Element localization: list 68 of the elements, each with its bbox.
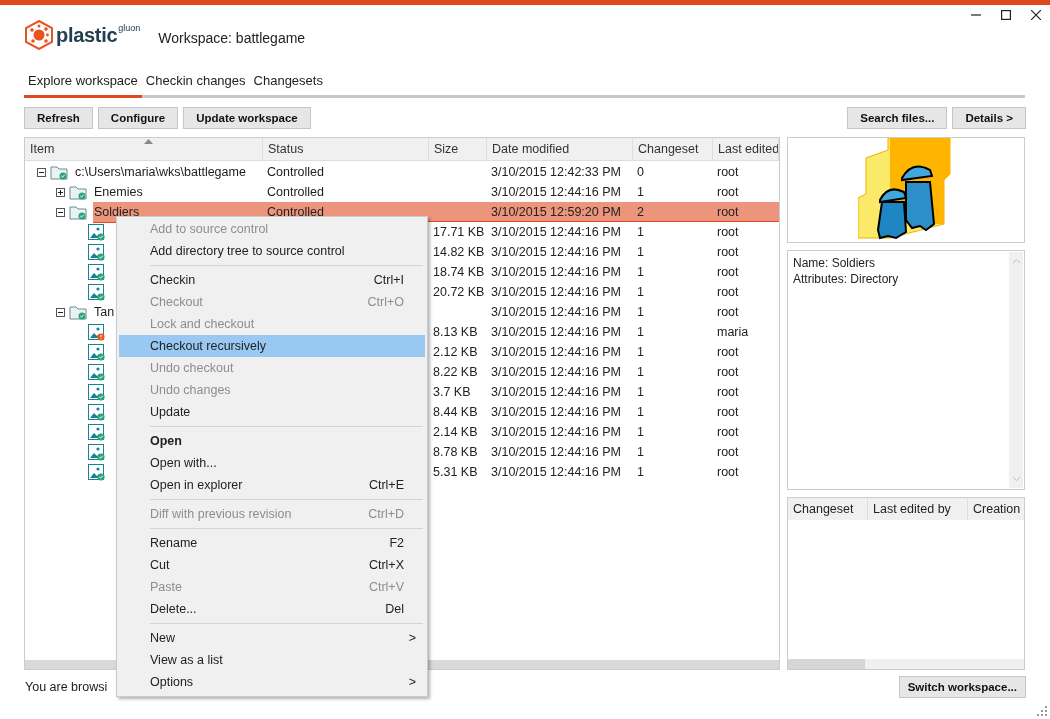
table-cell-text: 1 — [636, 464, 645, 481]
table-cell-text: 17.71 KB — [432, 224, 486, 241]
table-cell-text: 1 — [636, 384, 645, 401]
table-cell-text: root — [716, 264, 740, 281]
table-cell-text: root — [716, 464, 740, 481]
table-cell-text: 8.22 KB — [432, 364, 479, 381]
table-cell-text: root — [716, 404, 740, 421]
detail-line: Attributes: Directory — [793, 271, 900, 287]
table-cell-text: Controlled — [266, 164, 325, 181]
table-cell-text: 2.14 KB — [432, 424, 479, 441]
table-cell-text: root — [716, 224, 740, 241]
table-cell-text: 1 — [636, 404, 645, 421]
table-cell-text: 8.13 KB — [432, 324, 479, 341]
table-cell-text: root — [716, 384, 740, 401]
table-cell-text: 2.12 KB — [432, 344, 479, 361]
table-cell: 3/10/2015 12:59:20 PM — [487, 202, 633, 222]
table-cell-text: root — [716, 444, 740, 461]
table-cell-text: 1 — [636, 224, 645, 241]
table-cell-text: 1 — [636, 304, 645, 321]
table-cell-text: root — [716, 424, 740, 441]
table-cell-text: 3/10/2015 12:42:33 PM — [490, 164, 622, 181]
table-cell-text: maria — [716, 324, 750, 341]
table-cell-text: 18.74 KB — [432, 264, 486, 281]
table-cell-text: 3/10/2015 12:44:16 PM — [490, 404, 622, 421]
table-cell-text: root — [716, 364, 740, 381]
table-cell: 2 — [633, 202, 713, 222]
table-cell-text: root — [716, 304, 740, 321]
table-cell-text: 3/10/2015 12:44:16 PM — [490, 184, 622, 201]
brand-name: plastic — [56, 23, 118, 47]
table-cell-text: 1 — [636, 244, 645, 261]
table-cell-text: 1 — [636, 424, 645, 441]
table-cell-text: 5.31 KB — [432, 464, 479, 481]
table-cell-text: 3/10/2015 12:44:16 PM — [490, 424, 622, 441]
table-cell-text: root — [716, 184, 740, 201]
table-cell-text: 3/10/2015 12:44:16 PM — [490, 264, 622, 281]
table-cell-text: 1 — [636, 264, 645, 281]
workspace-title: Workspace: battlegame — [158, 30, 306, 46]
table-cell-text: Controlled — [266, 184, 325, 201]
table-cell-text: 1 — [636, 444, 645, 461]
table-cell-text: 3/10/2015 12:44:16 PM — [490, 364, 622, 381]
table-cell-text: 14.82 KB — [432, 244, 486, 261]
table-cell-text: 1 — [636, 184, 645, 201]
table-cell-text: 8.78 KB — [432, 444, 479, 461]
table-cell-text: 0 — [636, 164, 645, 181]
table-cell-text: root — [716, 344, 740, 361]
table-cell-text: 8.44 KB — [432, 404, 479, 421]
table-cell-text: 3/10/2015 12:44:16 PM — [490, 244, 622, 261]
table-cell-text: 3.7 KB — [432, 384, 472, 401]
brand-suffix: gluon — [118, 23, 141, 33]
table-cell-text: root — [716, 244, 740, 261]
table-cell-text: 1 — [636, 364, 645, 381]
table-cell-text: 1 — [636, 324, 645, 341]
table-cell-text: 1 — [636, 284, 645, 301]
table-cell-text: root — [716, 284, 740, 301]
table-cell-text: 3/10/2015 12:44:16 PM — [490, 464, 622, 481]
table-cell-text: 3/10/2015 12:44:16 PM — [490, 304, 622, 321]
table-cell-text: 3/10/2015 12:44:16 PM — [490, 324, 622, 341]
table-cell-text: 1 — [636, 344, 645, 361]
table-cell-text: 3/10/2015 12:44:16 PM — [490, 444, 622, 461]
table-cell-text: 3/10/2015 12:44:16 PM — [490, 344, 622, 361]
table-cell: root — [713, 202, 779, 222]
table-cell-text: 3/10/2015 12:44:16 PM — [490, 384, 622, 401]
status-text: You are browsi — [25, 680, 108, 694]
table-cell-text: 3/10/2015 12:44:16 PM — [490, 224, 622, 241]
detail-line: Name: Soldiers — [793, 255, 877, 271]
table-cell-text: 3/10/2015 12:44:16 PM — [490, 284, 622, 301]
table-cell-text: 20.72 KB — [432, 284, 486, 301]
table-cell-text: root — [716, 164, 740, 181]
